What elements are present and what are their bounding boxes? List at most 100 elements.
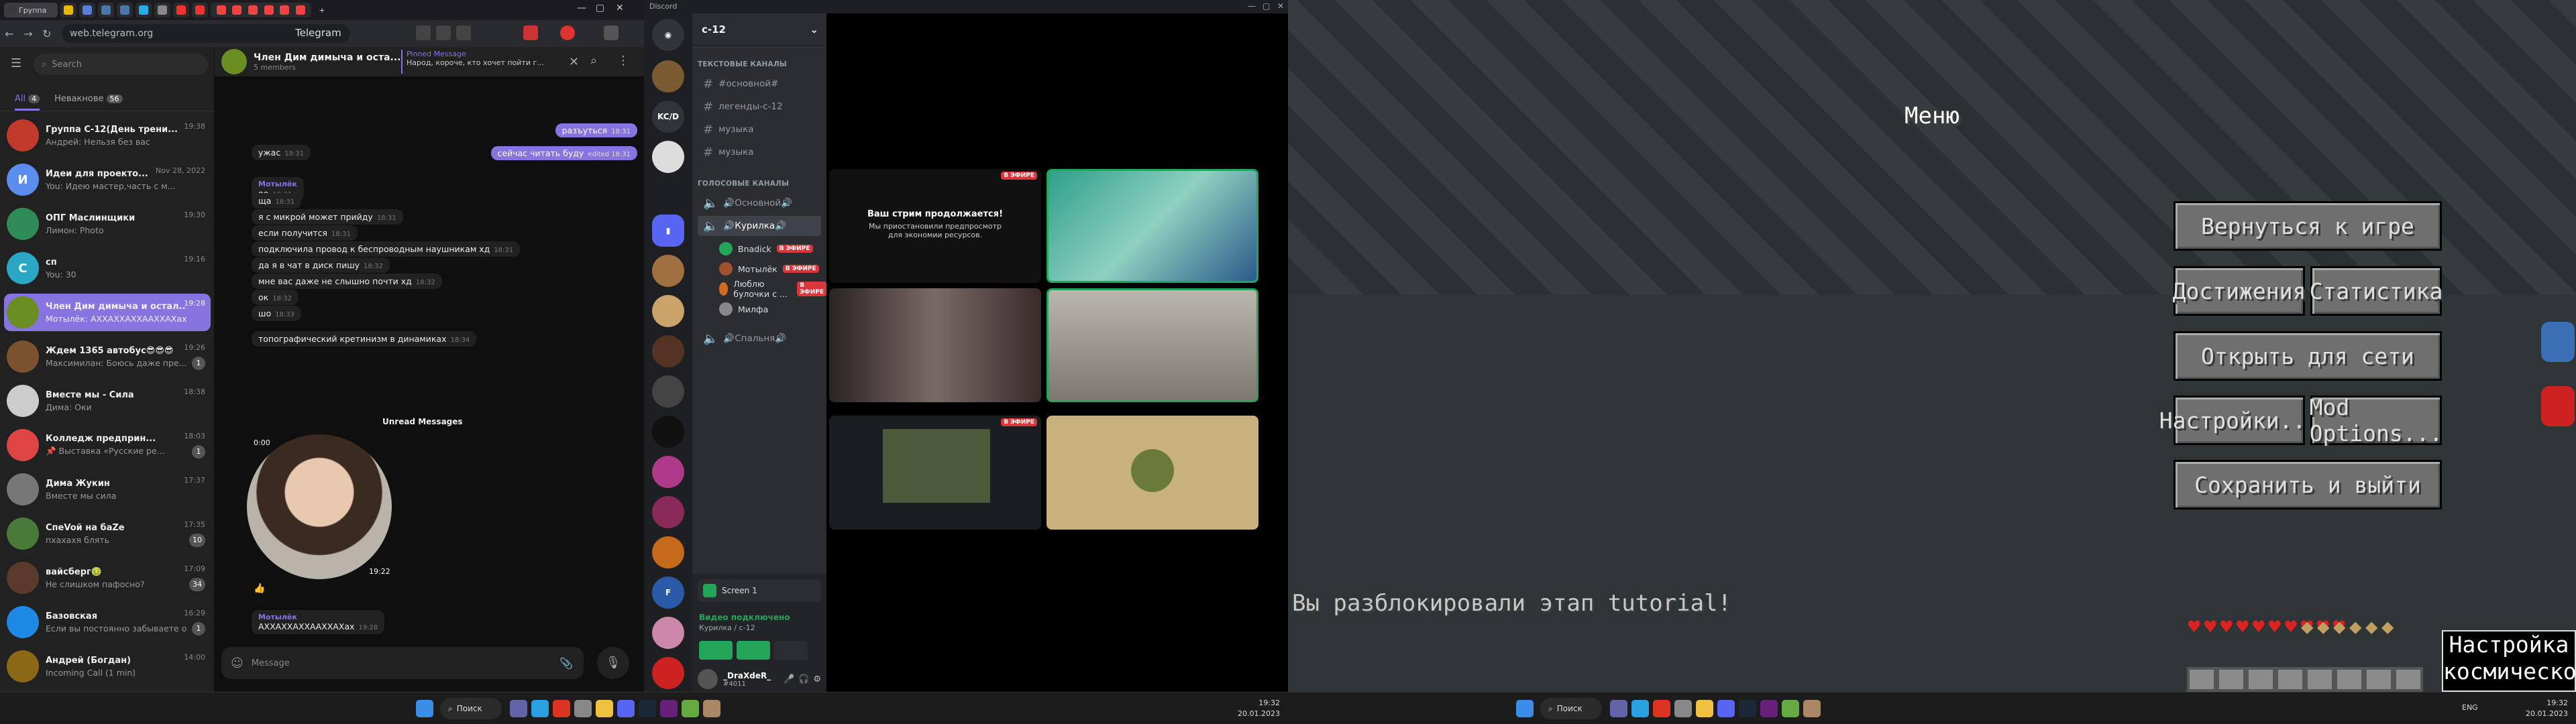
own-stream-tile[interactable]: Ваш стрим продолжается! Мы приостановили… — [829, 169, 1041, 283]
voice-user[interactable]: Люблю булочки с ... В ЭФИРЕ — [719, 279, 826, 299]
maximize-button[interactable]: ▢ — [1263, 1, 1270, 11]
server-icon[interactable] — [652, 255, 684, 287]
extension-icon[interactable] — [436, 25, 451, 40]
server-icon[interactable] — [652, 295, 684, 327]
emoji-icon[interactable]: ☺ — [231, 656, 244, 670]
teams-icon[interactable] — [1610, 700, 1627, 717]
message-bubble[interactable]: шо 18:33 — [252, 306, 301, 321]
server-header[interactable]: с-12 ⌄ — [692, 13, 826, 46]
yandex-icon[interactable] — [553, 700, 570, 717]
screen-stream-tile[interactable]: В ЭФИРЕ — [829, 416, 1041, 530]
webcam-tile[interactable] — [1046, 288, 1258, 402]
browser-tab[interactable] — [79, 3, 95, 17]
vs-icon[interactable] — [1760, 700, 1778, 717]
adblock-icon[interactable] — [560, 25, 575, 40]
video-message[interactable] — [247, 434, 392, 579]
browser-tab[interactable] — [136, 3, 152, 17]
minecraft-icon[interactable] — [682, 700, 699, 717]
menu-icon[interactable] — [604, 25, 619, 40]
attach-icon[interactable]: 📎 — [559, 657, 573, 670]
hotbar-slot[interactable] — [2275, 667, 2305, 692]
chat-list-item[interactable]: Андрей (Богдан) Incoming Call (1 min) 14:0… — [4, 648, 211, 685]
webcam-tile[interactable] — [1046, 169, 1258, 283]
browser-tab[interactable] — [60, 3, 76, 17]
server-icon[interactable] — [652, 496, 684, 528]
message-bubble[interactable]: топографический кретинизм в динамиках 18:… — [252, 331, 477, 347]
message-bubble[interactable]: если получится 18:31 — [252, 225, 358, 241]
maximize-button[interactable]: ▢ — [596, 3, 604, 13]
pinned-message[interactable]: Pinned Message Народ, короче, кто хочет … — [401, 50, 562, 74]
channel-item[interactable]: # легенды-с-12 — [698, 97, 821, 117]
hamburger-icon[interactable]: ☰ — [11, 56, 21, 70]
steam-icon[interactable] — [639, 700, 656, 717]
hotbar-slot[interactable] — [2216, 667, 2246, 692]
channel-item[interactable]: # #основной# — [698, 74, 821, 94]
close-icon[interactable]: ✕ — [569, 55, 579, 69]
clock[interactable]: 19:32 20.01.2023 — [2526, 698, 2568, 719]
chat-list-item[interactable]: ОПГ Маслинщики Лимон: Photo 19:30 — [4, 205, 211, 243]
steam-icon[interactable] — [1739, 700, 1756, 717]
voice-user[interactable]: Милфа — [719, 300, 768, 318]
teams-icon[interactable] — [510, 700, 527, 717]
close-button[interactable]: ✕ — [616, 3, 624, 13]
webcam-tile[interactable] — [829, 288, 1041, 402]
open-to-lan-button[interactable]: Открыть для сети — [2174, 331, 2442, 381]
microphone-button[interactable]: 🎙 — [597, 647, 629, 679]
text-category[interactable]: ТЕКСТОВЫЕ КАНАЛЫ — [698, 60, 787, 68]
extension-icon[interactable] — [456, 25, 471, 40]
chat-list-item[interactable]: Вместе мы - Сила Дима: Оки 18:38 — [4, 382, 211, 420]
message-bubble[interactable]: мне вас даже не слышно почти хд 18:32 — [252, 274, 442, 289]
explorer-icon[interactable] — [596, 700, 613, 717]
settings-button[interactable]: Настройки... — [2159, 396, 2319, 445]
server-icon[interactable] — [652, 657, 684, 689]
browser-tab[interactable] — [117, 3, 133, 17]
outgoing-message[interactable]: сейчас читать буду edited 18:31 — [490, 146, 637, 160]
windows-start-icon[interactable] — [416, 700, 433, 717]
chat-list-item[interactable]: вайсберг🤢 Не слишком пафосно? 17:09 34 — [4, 559, 211, 597]
folder-icon[interactable]: ▮ — [652, 215, 684, 247]
vs-icon[interactable] — [660, 700, 678, 717]
extension-icon[interactable] — [416, 25, 431, 40]
server-icon[interactable] — [652, 617, 684, 649]
hotbar-slot[interactable] — [2246, 667, 2275, 692]
save-and-quit-button[interactable]: Сохранить и выйти — [2174, 460, 2442, 509]
camera-button[interactable] — [699, 641, 733, 660]
message-bubble[interactable]: да я в чат в диск пишу 18:32 — [252, 257, 390, 273]
discord-icon[interactable] — [1717, 700, 1735, 717]
message-bubble[interactable]: ща 18:31 — [252, 193, 302, 208]
screen-share-card[interactable]: Screen 1 — [698, 579, 821, 602]
voice-user[interactable]: Мотылёк В ЭФИРЕ — [719, 260, 819, 278]
chat-list-item[interactable]: СпеVoй на баZе пхахахя блять 17:35 10 — [4, 515, 211, 552]
statistics-button[interactable]: Статистика — [2310, 266, 2443, 316]
edge-icon[interactable] — [531, 700, 549, 717]
message-bubble[interactable]: я с микрой может прийду 18:31 — [252, 209, 403, 225]
chat-list-item[interactable]: Группа С-12(День трени... Андрей: Нельзя … — [4, 117, 211, 154]
chat-list-item[interactable]: И Идеи для проекто... You: Идею мастер,час… — [4, 161, 211, 198]
voice-channel-selected[interactable]: 🔈 🔊Курилка🔊 — [698, 216, 821, 236]
chat-list-item[interactable]: Колледж предприн... 📌 Выставка «Русские р… — [4, 426, 211, 464]
home-icon[interactable]: ◉ — [652, 19, 684, 51]
folder-tab-unread[interactable]: Невакнове 56 — [54, 94, 123, 111]
message-bubble[interactable]: ужас 18:31 — [252, 145, 311, 160]
message-input[interactable]: ☺ Message 📎 — [221, 647, 584, 679]
minecraft-icon[interactable] — [1782, 700, 1799, 717]
quest-book-icon[interactable] — [2541, 322, 2575, 362]
server-icon[interactable]: F — [652, 577, 684, 609]
language-indicator[interactable]: ENG — [2462, 703, 2478, 712]
chat-list-item[interactable]: Ждем 1365 автобус😎😎😎 Максимилан: Боюсь да… — [4, 338, 211, 375]
chat-list-item[interactable]: Дима Жукин Вместе мы сила 17:37 — [4, 471, 211, 508]
outgoing-message[interactable]: разъуться 18:31 — [555, 123, 637, 137]
voice-channel-path[interactable]: Курилка / с-12 — [699, 623, 755, 632]
server-icon[interactable] — [652, 456, 684, 488]
new-tab-button[interactable]: + — [314, 3, 330, 17]
server-icon[interactable] — [652, 375, 684, 408]
voice-channel[interactable]: 🔈 🔊Спальня🔊 — [698, 328, 821, 349]
mod-options-button[interactable]: Mod Options... — [2310, 394, 2443, 446]
alert-icon[interactable] — [2541, 386, 2575, 426]
message-bubble[interactable]: подключила провод к беспроводным наушник… — [252, 241, 521, 257]
server-icon[interactable] — [652, 536, 684, 568]
minimize-button[interactable]: — — [577, 3, 586, 13]
taskbar-search[interactable]: ⌕ Поиск — [1540, 698, 1602, 719]
gear-icon[interactable]: ⚙ — [813, 674, 821, 684]
headphones-icon[interactable]: 🎧 — [798, 674, 809, 684]
